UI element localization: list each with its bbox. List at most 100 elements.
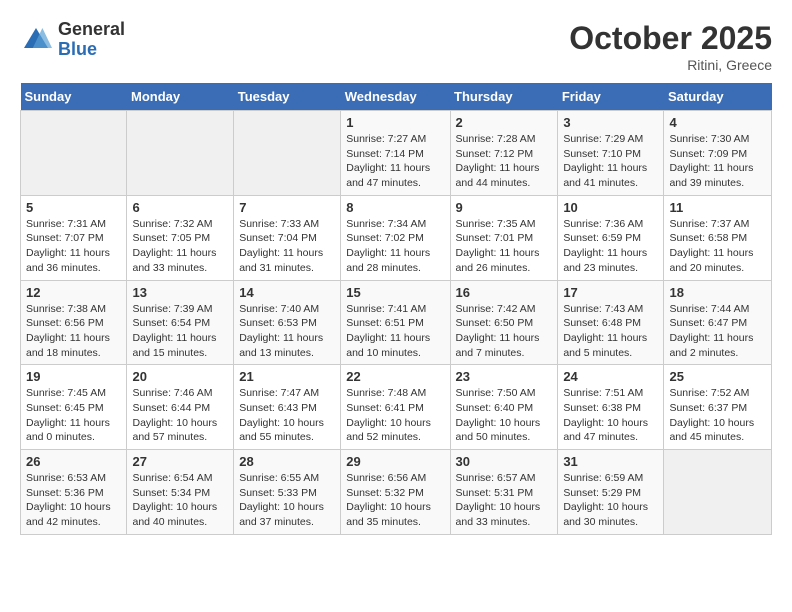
calendar-cell: 11Sunrise: 7:37 AMSunset: 6:58 PMDayligh…: [664, 195, 772, 280]
calendar-cell: 1Sunrise: 7:27 AMSunset: 7:14 PMDaylight…: [341, 111, 450, 196]
calendar-cell: 4 Sunrise: 7:30 AMSunset: 7:09 PMDaylight…: [664, 111, 772, 196]
day-info: Sunrise: 7:33 AMSunset: 7:04 PMDaylight:…: [239, 217, 335, 276]
day-number: 16: [456, 285, 553, 300]
day-number: 28: [239, 454, 335, 469]
day-info: Sunrise: 7:35 AMSunset: 7:01 PMDaylight:…: [456, 217, 553, 276]
calendar-table: SundayMondayTuesdayWednesdayThursdayFrid…: [20, 83, 772, 535]
day-info: Sunrise: 7:43 AMSunset: 6:48 PMDaylight:…: [563, 302, 658, 361]
calendar-cell: 18 Sunrise: 7:44 AMSunset: 6:47 PMDayligh…: [664, 280, 772, 365]
calendar-cell: 10 Sunrise: 7:36 AMSunset: 6:59 PMDayligh…: [558, 195, 664, 280]
calendar-subtitle: Ritini, Greece: [569, 57, 772, 73]
day-number: 3: [563, 115, 658, 130]
weekday-header: Monday: [127, 83, 234, 111]
day-number: 14: [239, 285, 335, 300]
calendar-cell: 14Sunrise: 7:40 AMSunset: 6:53 PMDayligh…: [234, 280, 341, 365]
calendar-cell: [127, 111, 234, 196]
day-info: Sunrise: 6:56 AMSunset: 5:32 PMDaylight:…: [346, 471, 444, 530]
logo: General Blue: [20, 20, 125, 60]
weekday-header: Thursday: [450, 83, 558, 111]
logo-icon: [20, 24, 52, 56]
calendar-cell: 8Sunrise: 7:34 AMSunset: 7:02 PMDaylight…: [341, 195, 450, 280]
day-info: Sunrise: 7:47 AMSunset: 6:43 PMDaylight:…: [239, 386, 335, 445]
day-number: 30: [456, 454, 553, 469]
calendar-cell: 29 Sunrise: 6:56 AMSunset: 5:32 PMDayligh…: [341, 450, 450, 535]
day-number: 24: [563, 369, 658, 384]
day-number: 29: [346, 454, 444, 469]
calendar-cell: 27 Sunrise: 6:54 AMSunset: 5:34 PMDayligh…: [127, 450, 234, 535]
calendar-cell: 24 Sunrise: 7:51 AMSunset: 6:38 PMDayligh…: [558, 365, 664, 450]
weekday-header: Wednesday: [341, 83, 450, 111]
weekday-header: Saturday: [664, 83, 772, 111]
day-info: Sunrise: 7:44 AMSunset: 6:47 PMDaylight:…: [669, 302, 766, 361]
day-info: Sunrise: 7:31 AMSunset: 7:07 PMDaylight:…: [26, 217, 121, 276]
calendar-cell: [234, 111, 341, 196]
day-number: 26: [26, 454, 121, 469]
day-number: 4: [669, 115, 766, 130]
calendar-cell: 22 Sunrise: 7:48 AMSunset: 6:41 PMDayligh…: [341, 365, 450, 450]
day-number: 22: [346, 369, 444, 384]
day-number: 1: [346, 115, 444, 130]
day-info: Sunrise: 7:28 AMSunset: 7:12 PMDaylight:…: [456, 132, 553, 191]
day-number: 20: [132, 369, 228, 384]
day-info: Sunrise: 7:41 AMSunset: 6:51 PMDaylight:…: [346, 302, 444, 361]
day-info: Sunrise: 7:39 AMSunset: 6:54 PMDaylight:…: [132, 302, 228, 361]
calendar-week-row: 1Sunrise: 7:27 AMSunset: 7:14 PMDaylight…: [21, 111, 772, 196]
day-number: 5: [26, 200, 121, 215]
calendar-cell: 12Sunrise: 7:38 AMSunset: 6:56 PMDayligh…: [21, 280, 127, 365]
day-number: 27: [132, 454, 228, 469]
calendar-cell: 30 Sunrise: 6:57 AMSunset: 5:31 PMDayligh…: [450, 450, 558, 535]
calendar-cell: 2 Sunrise: 7:28 AMSunset: 7:12 PMDaylight…: [450, 111, 558, 196]
day-info: Sunrise: 7:36 AMSunset: 6:59 PMDaylight:…: [563, 217, 658, 276]
day-info: Sunrise: 7:46 AMSunset: 6:44 PMDaylight:…: [132, 386, 228, 445]
logo-general: General: [58, 20, 125, 40]
calendar-cell: 13 Sunrise: 7:39 AMSunset: 6:54 PMDayligh…: [127, 280, 234, 365]
calendar-cell: 26 Sunrise: 6:53 AMSunset: 5:36 PMDayligh…: [21, 450, 127, 535]
calendar-cell: 7 Sunrise: 7:33 AMSunset: 7:04 PMDaylight…: [234, 195, 341, 280]
calendar-cell: 15Sunrise: 7:41 AMSunset: 6:51 PMDayligh…: [341, 280, 450, 365]
logo-blue: Blue: [58, 40, 125, 60]
day-info: Sunrise: 7:32 AMSunset: 7:05 PMDaylight:…: [132, 217, 228, 276]
day-info: Sunrise: 7:34 AMSunset: 7:02 PMDaylight:…: [346, 217, 444, 276]
day-number: 19: [26, 369, 121, 384]
day-number: 31: [563, 454, 658, 469]
calendar-cell: 9Sunrise: 7:35 AMSunset: 7:01 PMDaylight…: [450, 195, 558, 280]
calendar-cell: 19 Sunrise: 7:45 AMSunset: 6:45 PMDayligh…: [21, 365, 127, 450]
day-number: 13: [132, 285, 228, 300]
calendar-cell: 5 Sunrise: 7:31 AMSunset: 7:07 PMDaylight…: [21, 195, 127, 280]
calendar-title: October 2025: [569, 20, 772, 57]
calendar-cell: 21Sunrise: 7:47 AMSunset: 6:43 PMDayligh…: [234, 365, 341, 450]
calendar-cell: [664, 450, 772, 535]
day-number: 6: [132, 200, 228, 215]
day-info: Sunrise: 6:53 AMSunset: 5:36 PMDaylight:…: [26, 471, 121, 530]
calendar-cell: 16Sunrise: 7:42 AMSunset: 6:50 PMDayligh…: [450, 280, 558, 365]
calendar-cell: 3 Sunrise: 7:29 AMSunset: 7:10 PMDaylight…: [558, 111, 664, 196]
day-info: Sunrise: 6:59 AMSunset: 5:29 PMDaylight:…: [563, 471, 658, 530]
calendar-cell: 28 Sunrise: 6:55 AMSunset: 5:33 PMDayligh…: [234, 450, 341, 535]
day-number: 10: [563, 200, 658, 215]
calendar-week-row: 19 Sunrise: 7:45 AMSunset: 6:45 PMDayligh…: [21, 365, 772, 450]
day-number: 7: [239, 200, 335, 215]
day-number: 18: [669, 285, 766, 300]
day-info: Sunrise: 7:29 AMSunset: 7:10 PMDaylight:…: [563, 132, 658, 191]
page-header: General Blue October 2025 Ritini, Greece: [20, 20, 772, 73]
day-info: Sunrise: 6:57 AMSunset: 5:31 PMDaylight:…: [456, 471, 553, 530]
calendar-cell: 25Sunrise: 7:52 AMSunset: 6:37 PMDayligh…: [664, 365, 772, 450]
day-info: Sunrise: 6:54 AMSunset: 5:34 PMDaylight:…: [132, 471, 228, 530]
day-number: 12: [26, 285, 121, 300]
day-info: Sunrise: 7:45 AMSunset: 6:45 PMDaylight:…: [26, 386, 121, 445]
day-number: 11: [669, 200, 766, 215]
weekday-header: Friday: [558, 83, 664, 111]
day-info: Sunrise: 7:51 AMSunset: 6:38 PMDaylight:…: [563, 386, 658, 445]
calendar-cell: 23Sunrise: 7:50 AMSunset: 6:40 PMDayligh…: [450, 365, 558, 450]
logo-text: General Blue: [58, 20, 125, 60]
day-number: 23: [456, 369, 553, 384]
calendar-cell: 6 Sunrise: 7:32 AMSunset: 7:05 PMDaylight…: [127, 195, 234, 280]
calendar-week-row: 12Sunrise: 7:38 AMSunset: 6:56 PMDayligh…: [21, 280, 772, 365]
day-number: 2: [456, 115, 553, 130]
day-info: Sunrise: 6:55 AMSunset: 5:33 PMDaylight:…: [239, 471, 335, 530]
day-info: Sunrise: 7:48 AMSunset: 6:41 PMDaylight:…: [346, 386, 444, 445]
title-block: October 2025 Ritini, Greece: [569, 20, 772, 73]
calendar-cell: 17Sunrise: 7:43 AMSunset: 6:48 PMDayligh…: [558, 280, 664, 365]
day-info: Sunrise: 7:30 AMSunset: 7:09 PMDaylight:…: [669, 132, 766, 191]
calendar-header: SundayMondayTuesdayWednesdayThursdayFrid…: [21, 83, 772, 111]
